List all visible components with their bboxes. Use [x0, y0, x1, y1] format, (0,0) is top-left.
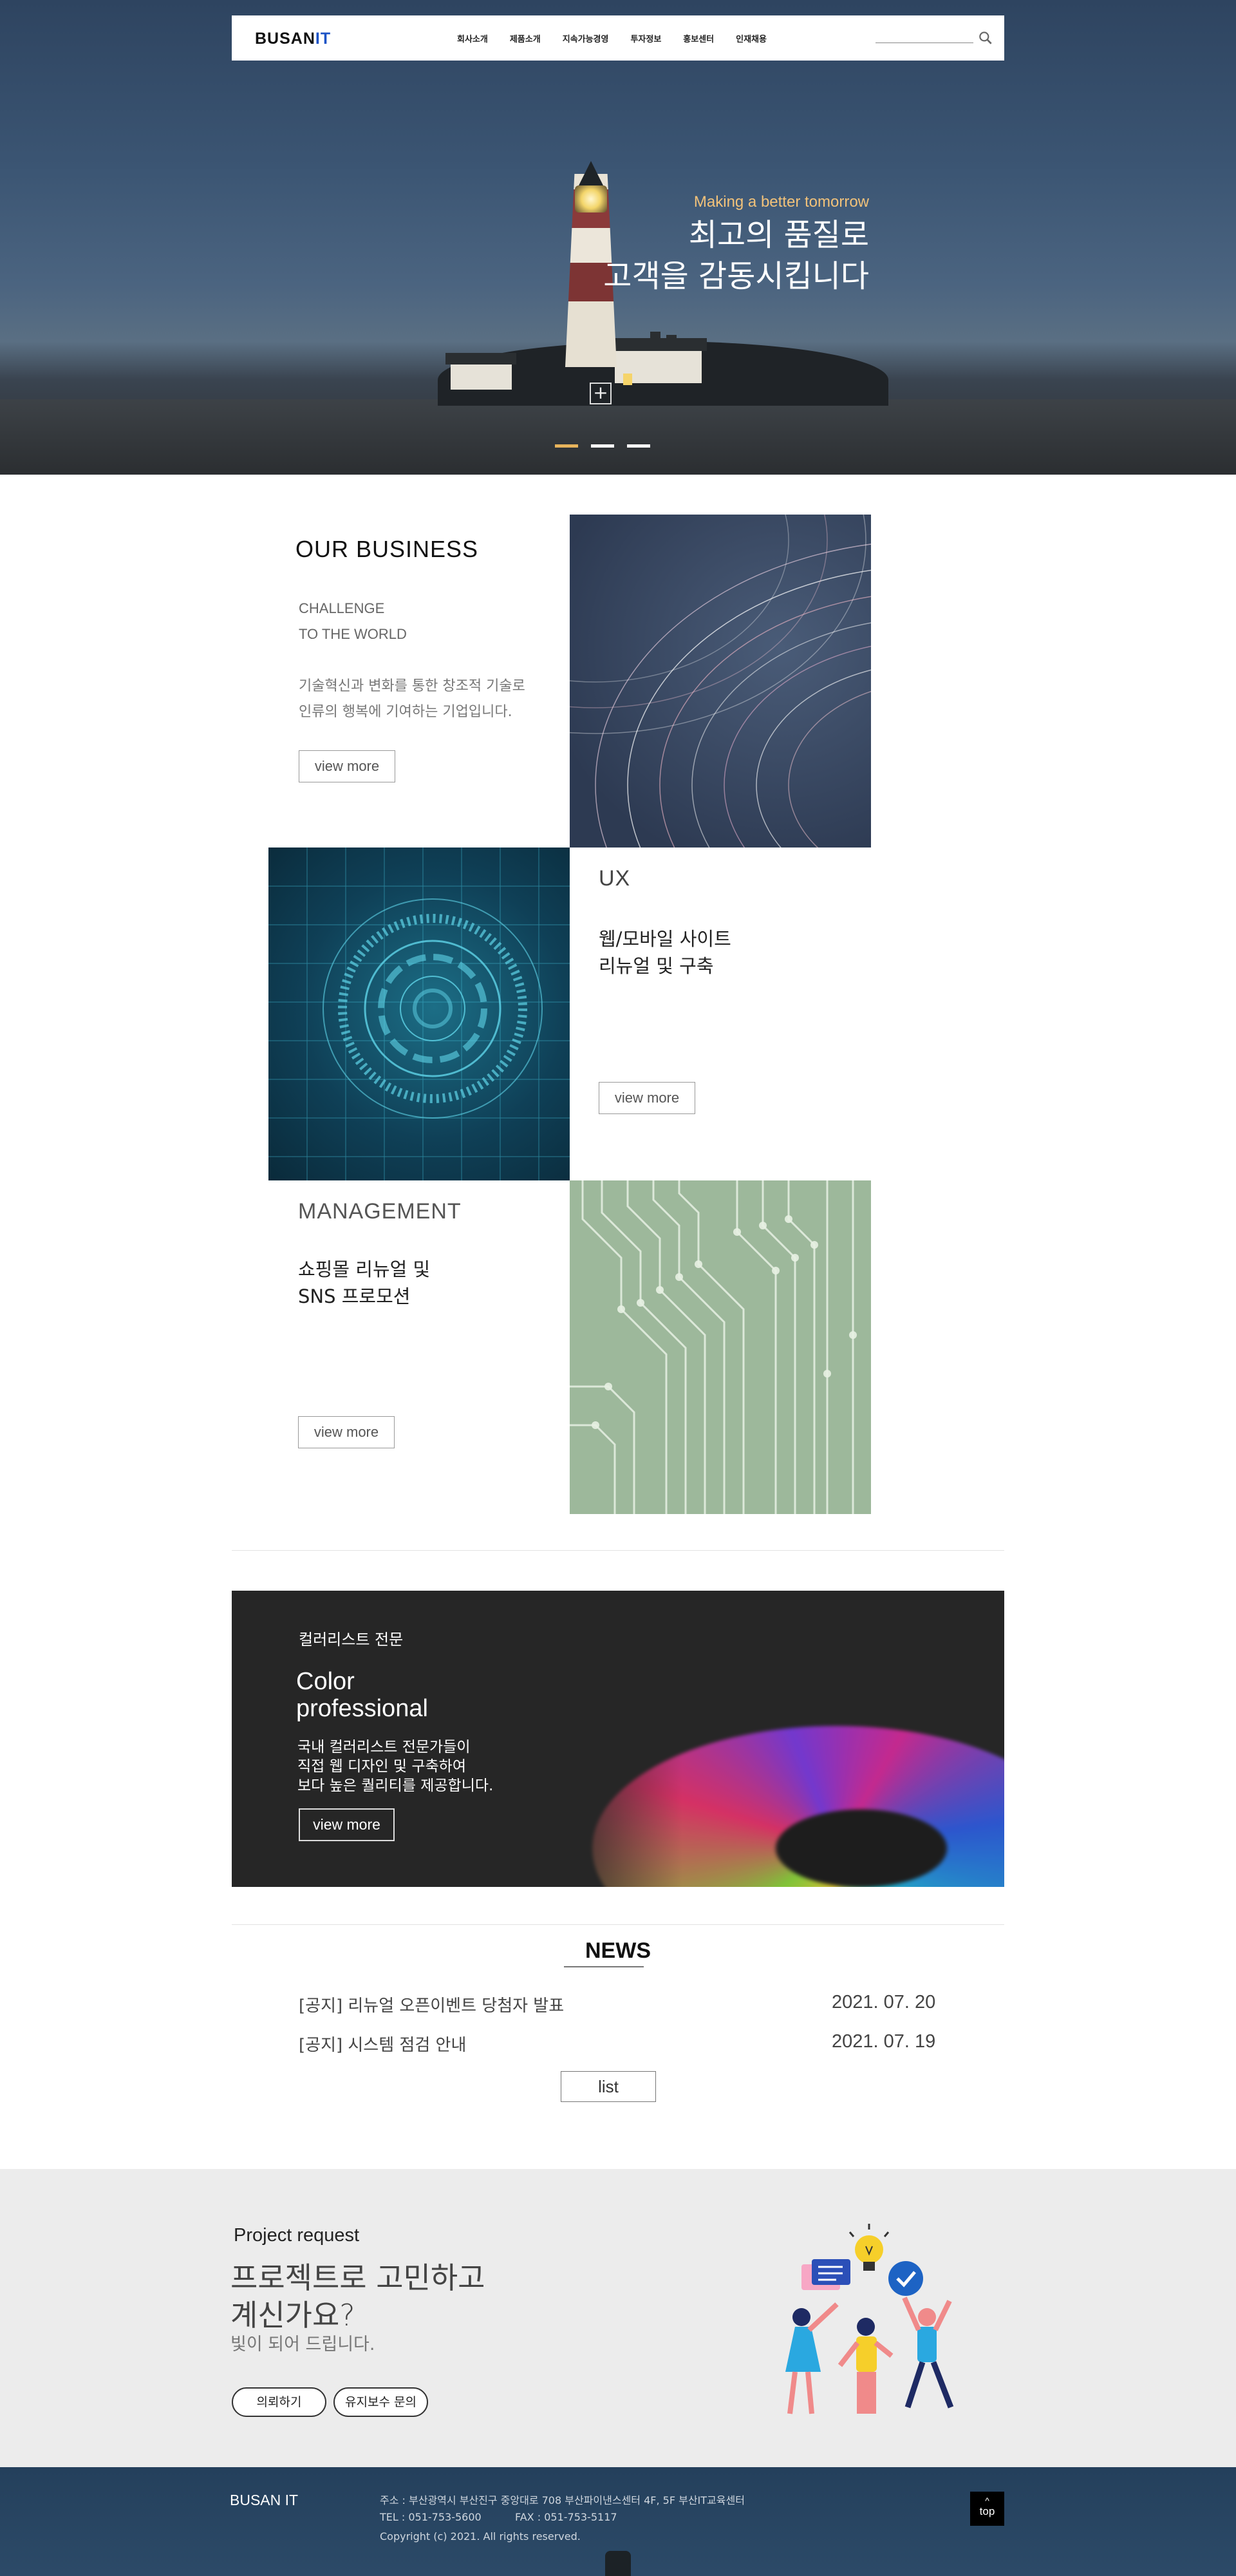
request-headline: 프로젝트로 고민하고 계신가요? — [230, 2259, 485, 2334]
business-description-line: 기술혁신과 변화를 통한 창조적 기술로 — [299, 678, 525, 694]
lightbulb-icon — [848, 2224, 890, 2271]
request-subtitle: 빛이 되어 드립니다. — [230, 2334, 375, 2354]
person-middle-figure — [838, 2318, 894, 2414]
management-view-more-button[interactable]: view more — [298, 1416, 395, 1448]
news-item-date: 2021. 07. 19 — [832, 2031, 936, 2052]
maintenance-inquiry-button[interactable]: 유지보수 문의 — [333, 2387, 428, 2417]
ux-description-line: 리뉴얼 및 구축 — [599, 955, 714, 977]
slide-indicator — [555, 444, 663, 448]
hero-banner: BUSANIT 회사소개 제품소개 지속가능경영 투자정보 홍보센터 인재채용 … — [0, 0, 1236, 475]
ux-description-line: 웹/모바일 사이트 — [599, 928, 731, 950]
banner-description-line: 직접 웹 디자인 및 구축하여 — [297, 1758, 467, 1775]
news-item-title[interactable]: [공지] 리뉴얼 오픈이벤트 당첨자 발표 — [299, 1993, 564, 2016]
hero-title: 최고의 품질로 고객을 감동시킵니다 — [502, 214, 869, 297]
menu-item-investment[interactable]: 투자정보 — [630, 32, 661, 44]
footer-tel: TEL : 051-753-5600 — [380, 2511, 482, 2523]
logo-accent-text: IT — [315, 30, 332, 48]
hero-chimney — [666, 335, 677, 351]
footer-logo: BUSAN IT — [230, 2492, 299, 2508]
request-headline-line: 프로젝트로 고민하고 — [230, 2260, 485, 2295]
hero-sea — [0, 399, 1236, 475]
menu-item-company[interactable]: 회사소개 — [454, 32, 491, 47]
footer-lighthouse-silhouette — [605, 2551, 631, 2576]
banner-kicker: 컬러리스트 전문 — [299, 1631, 404, 1649]
search-icon[interactable] — [977, 30, 994, 46]
ux-view-more-button[interactable]: view more — [599, 1082, 695, 1114]
request-kicker: Project request — [234, 2225, 360, 2246]
footer-fax: FAX : 051-753-5117 — [515, 2511, 617, 2523]
banner-view-more-button[interactable]: view more — [299, 1808, 395, 1841]
ux-description: 웹/모바일 사이트 리뉴얼 및 구축 — [599, 925, 731, 980]
chat-card-icon — [801, 2259, 850, 2290]
site-logo[interactable]: BUSANIT — [255, 30, 331, 48]
banner-description-line: 보다 높은 퀄리티를 제공합니다. — [297, 1777, 494, 1794]
hero-plus-button[interactable]: + — [590, 383, 612, 404]
tech-hud-art — [268, 848, 570, 1180]
hero-window-light — [623, 374, 632, 385]
request-headline-line: 계신가요? — [230, 2298, 355, 2333]
top-navigation: BUSANIT 회사소개 제품소개 지속가능경영 투자정보 홍보센터 인재채용 — [232, 15, 1004, 61]
menu-item-pr-center[interactable]: 홍보센터 — [683, 32, 714, 44]
request-button[interactable]: 의뢰하기 — [232, 2387, 326, 2417]
tech-hud-image — [268, 848, 570, 1180]
slide-dot-1[interactable] — [555, 444, 578, 448]
banner-title: Color professional — [296, 1668, 428, 1722]
banner-title-line: Color — [296, 1668, 355, 1695]
circuit-board-image — [570, 1180, 871, 1514]
footer-copyright: Copyright (c) 2021. All rights reserved. — [380, 2530, 581, 2543]
hero-house — [451, 361, 512, 390]
banner-description: 국내 컬러리스트 전문가들이 직접 웹 디자인 및 구축하여 보다 높은 퀄리티… — [297, 1738, 493, 1795]
back-to-top-label: top — [979, 2505, 995, 2517]
banner-title-line: professional — [296, 1695, 428, 1722]
business-title: OUR BUSINESS — [295, 536, 479, 562]
logo-text: BUSAN — [255, 30, 315, 48]
slide-dot-2[interactable] — [591, 444, 614, 448]
footer-address: 주소 : 부산광역시 부산진구 중앙대로 708 부산파이낸스센터 4F, 5F… — [380, 2494, 745, 2506]
news-item-date: 2021. 07. 20 — [832, 1992, 936, 2012]
menu-item-recruit[interactable]: 인재채용 — [736, 32, 767, 44]
section-divider — [232, 1924, 1004, 1925]
hero-subtitle: Making a better tomorrow — [693, 193, 869, 211]
business-description-line: 인류의 행복에 기여하는 기업입니다. — [299, 704, 512, 720]
hero-chimney — [650, 332, 660, 351]
management-description: 쇼핑몰 리뉴얼 및 SNS 프로모션 — [298, 1256, 430, 1310]
management-description-line: 쇼핑몰 리뉴얼 및 — [298, 1258, 431, 1280]
management-title: MANAGEMENT — [298, 1199, 462, 1224]
business-subtitle: CHALLENGE TO THE WORLD — [299, 596, 407, 647]
hero-house-roof — [445, 353, 516, 365]
hero-title-line: 최고의 품질로 — [688, 217, 869, 253]
checkmark-icon — [888, 2261, 923, 2296]
business-description: 기술혁신과 변화를 통한 창조적 기술로 인류의 행복에 기여하는 기업입니다. — [299, 674, 525, 725]
main-menu: 회사소개 제품소개 지속가능경영 투자정보 홍보센터 인재채용 — [454, 32, 789, 47]
site-footer: BUSAN IT 주소 : 부산광역시 부산진구 중앙대로 708 부산파이낸스… — [0, 2467, 1236, 2576]
light-trails-art — [570, 515, 871, 848]
news-title-underline — [564, 1966, 644, 1967]
light-trails-image — [570, 515, 871, 848]
management-description-line: SNS 프로모션 — [298, 1285, 411, 1307]
slide-dot-3[interactable] — [627, 444, 650, 448]
ux-title: UX — [599, 866, 631, 891]
section-divider — [232, 1550, 1004, 1551]
back-to-top-button[interactable]: ^ top — [970, 2492, 1004, 2526]
project-request-section: Project request 프로젝트로 고민하고 계신가요? 빛이 되어 드… — [0, 2169, 1236, 2467]
business-subtitle-line: CHALLENGE — [299, 600, 385, 616]
banner-description-line: 국내 컬러리스트 전문가들이 — [297, 1739, 471, 1756]
menu-item-products[interactable]: 제품소개 — [510, 32, 541, 44]
news-list-button[interactable]: list — [561, 2071, 656, 2102]
team-brainstorm-illustration — [785, 2224, 954, 2414]
color-professional-banner: 컬러리스트 전문 Color professional 국내 컬러리스트 전문가… — [232, 1591, 1004, 1887]
business-view-more-button[interactable]: view more — [299, 750, 395, 782]
person-left-figure — [785, 2302, 839, 2414]
person-right-figure — [902, 2297, 954, 2409]
menu-item-sustainability[interactable]: 지속가능경영 — [563, 32, 609, 44]
news-title: NEWS — [585, 1938, 651, 1963]
business-subtitle-line: TO THE WORLD — [299, 626, 407, 642]
circuit-board-art — [570, 1180, 857, 1514]
chevron-up-icon: ^ — [985, 2496, 989, 2506]
hero-title-line: 고객을 감동시킵니다 — [603, 258, 869, 294]
news-item-title[interactable]: [공지] 시스템 점검 안내 — [299, 2032, 466, 2056]
